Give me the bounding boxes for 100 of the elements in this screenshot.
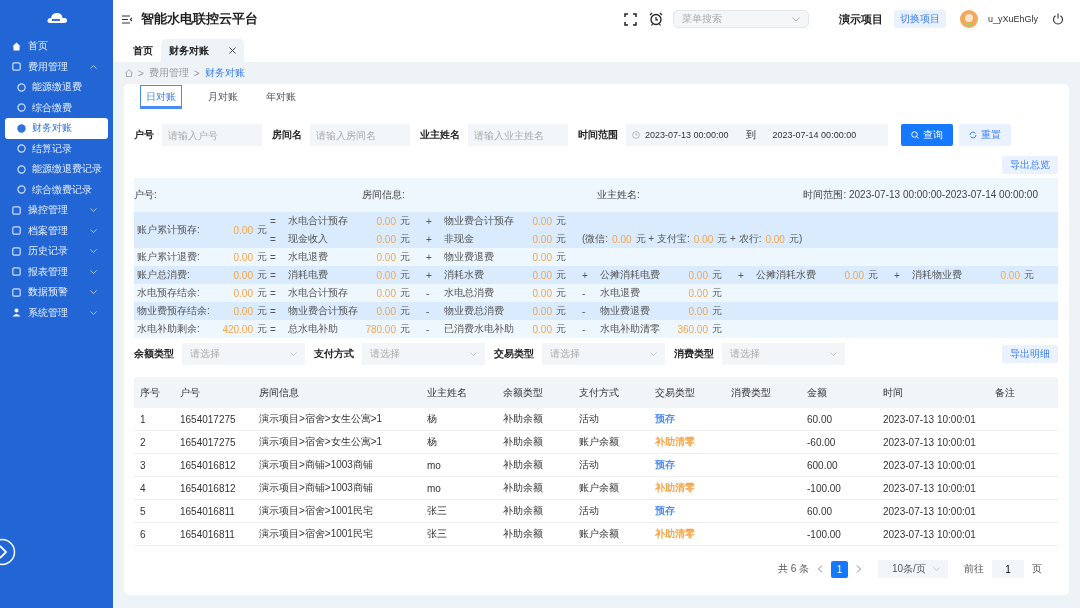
summary-label: 账户累计退费: [137, 250, 201, 264]
menu-item-icon [12, 308, 21, 318]
table-cell: 预存 [655, 458, 675, 472]
operator-sign: = [270, 233, 277, 245]
operator-sign: + [426, 233, 433, 245]
unit-label: 元 [555, 286, 567, 300]
fullscreen-icon[interactable] [623, 12, 637, 26]
amount-value: 0.00 [375, 305, 396, 317]
sidebar-subitem[interactable]: 结算记录 [5, 138, 108, 159]
filter-input[interactable]: 请输入房间名 [310, 124, 410, 146]
breadcrumb-item[interactable]: 费用管理 [148, 66, 189, 80]
sidebar-subitem[interactable]: 综合缴费记录 [5, 179, 108, 200]
operator-sign: + [894, 269, 901, 281]
table-cell-text: 4 [139, 482, 147, 494]
table-cell: 预存 [655, 504, 675, 518]
table-cell-text: 6 [139, 528, 147, 540]
breakdown-text: 元 + 支付宝: [635, 232, 690, 246]
table-cell-text: 演示项目>宿舍>1001民宅 [258, 527, 374, 541]
power-icon[interactable] [1052, 13, 1064, 25]
summary-label: 物业费合计预存 [288, 304, 359, 318]
chevron-down-icon [791, 16, 800, 22]
table-cell-text: 张三 [426, 504, 448, 518]
amount-value: 0.00 [375, 233, 396, 245]
switch-project-button[interactable]: 切换项目 [893, 10, 946, 28]
unit-label: 元 [555, 214, 567, 228]
table-cell-text: 1654017275 [179, 413, 237, 425]
table-cell-text: 账户余额 [578, 527, 620, 541]
summary-field: 房间信息: [362, 188, 597, 202]
refresh-icon [969, 131, 977, 139]
export-detail-button[interactable]: 导出明细 [1002, 345, 1058, 363]
sidebar-item[interactable]: 首页 [0, 36, 113, 57]
table-cell-text: 账户余额 [578, 481, 620, 495]
table-cell-text: 1654017275 [179, 436, 237, 448]
summary-label: 账户累计预存: [137, 223, 201, 237]
page-size-select[interactable]: 10条/页 [878, 560, 948, 578]
clock-icon [632, 131, 640, 139]
sidebar-item[interactable]: 数据预警 [0, 282, 113, 303]
table-cell-text: 1 [139, 413, 147, 425]
sidebar-item[interactable]: 报表管理 [0, 261, 113, 282]
amount-value: 0.00 [232, 305, 253, 317]
chevron-down-icon [933, 567, 940, 571]
operator-sign: + [426, 269, 433, 281]
amount-value: 0.00 [232, 269, 253, 281]
summary-label: 非现金 [444, 232, 475, 246]
page-tab[interactable]: 首页 [125, 39, 161, 62]
page-button[interactable]: 1 [831, 560, 848, 578]
reset-button[interactable]: 重置 [959, 124, 1011, 146]
sidebar-item[interactable]: 操控管理 [0, 200, 113, 221]
unit-label: 元 [399, 268, 411, 282]
goto-page-input[interactable]: 1 [992, 560, 1024, 578]
page-tab[interactable]: 财务对账 [161, 39, 244, 62]
operator-sign: + [426, 215, 433, 227]
date-range-field[interactable]: 2023-07-13 00:00:00 到 2023-07-14 00:00:00 [626, 124, 888, 146]
unit-label: 元 [399, 250, 411, 264]
expand-sidebar-icon[interactable] [0, 538, 16, 566]
sidebar-item[interactable]: 系统管理 [0, 302, 113, 323]
period-tab[interactable]: 日对账 [140, 85, 182, 109]
search-icon [911, 131, 919, 139]
table-cell-text: 3 [139, 459, 147, 471]
close-icon[interactable] [229, 47, 236, 54]
amount-value: 0.00 [687, 269, 708, 281]
table-cell: 补助清零 [655, 435, 695, 449]
unit-label: 元 [256, 223, 268, 237]
sidebar-item[interactable]: 档案管理 [0, 220, 113, 241]
breadcrumb-separator: > [193, 67, 200, 79]
export-summary-button[interactable]: 导出总览 [1002, 156, 1058, 174]
sidebar-subitem[interactable]: 能源缴退费记录 [5, 159, 108, 180]
table-cell-text: 活动 [578, 412, 600, 426]
summary-label: 物业费合计预存 [444, 214, 515, 228]
period-tab[interactable]: 年对账 [264, 86, 298, 108]
table-cell-text: 2023-07-13 10:00:01 [882, 459, 977, 471]
menu-icon[interactable] [122, 14, 133, 24]
sidebar-item[interactable]: 费用管理 [0, 56, 113, 77]
operator-sign: + [738, 269, 745, 281]
table-cell: 预存 [655, 412, 675, 426]
username[interactable]: u_yXuEhGly [987, 14, 1038, 24]
unit-label: 元 [555, 250, 567, 264]
sidebar-subitem[interactable]: 财务对账 [5, 118, 108, 139]
summary-label: 公摊消耗水费 [756, 268, 817, 282]
summary-field: 户号: [134, 188, 362, 202]
operator-sign: + [426, 251, 433, 263]
sidebar-subitem[interactable]: 综合缴费 [5, 97, 108, 118]
sidebar-subitem[interactable]: 能源缴退费 [5, 77, 108, 98]
filter-input[interactable]: 请输入户号 [162, 124, 262, 146]
chevron-down-icon [290, 352, 297, 356]
sidebar-item[interactable]: 历史记录 [0, 241, 113, 262]
period-tab[interactable]: 月对账 [206, 86, 240, 108]
filter-label: 交易类型 [494, 347, 534, 361]
query-button[interactable]: 查询 [901, 124, 953, 146]
breadcrumb-item[interactable]: 财务对账 [204, 66, 245, 80]
summary-label: 水电补助剩余: [137, 322, 201, 336]
chevron-down-icon [470, 352, 477, 356]
table-cell-text: 演示项目>商铺>1003商铺 [258, 481, 374, 495]
summary-label: 已消费水电补助 [444, 322, 515, 336]
table-cell-text: 张三 [426, 527, 448, 541]
table-cell-text: 60.00 [806, 413, 834, 425]
filter-input[interactable]: 请输入业主姓名 [468, 124, 568, 146]
amount-value: 0.00 [612, 233, 632, 245]
column-header: 业主姓名 [426, 385, 468, 400]
alarm-clock-icon[interactable] [648, 12, 663, 26]
